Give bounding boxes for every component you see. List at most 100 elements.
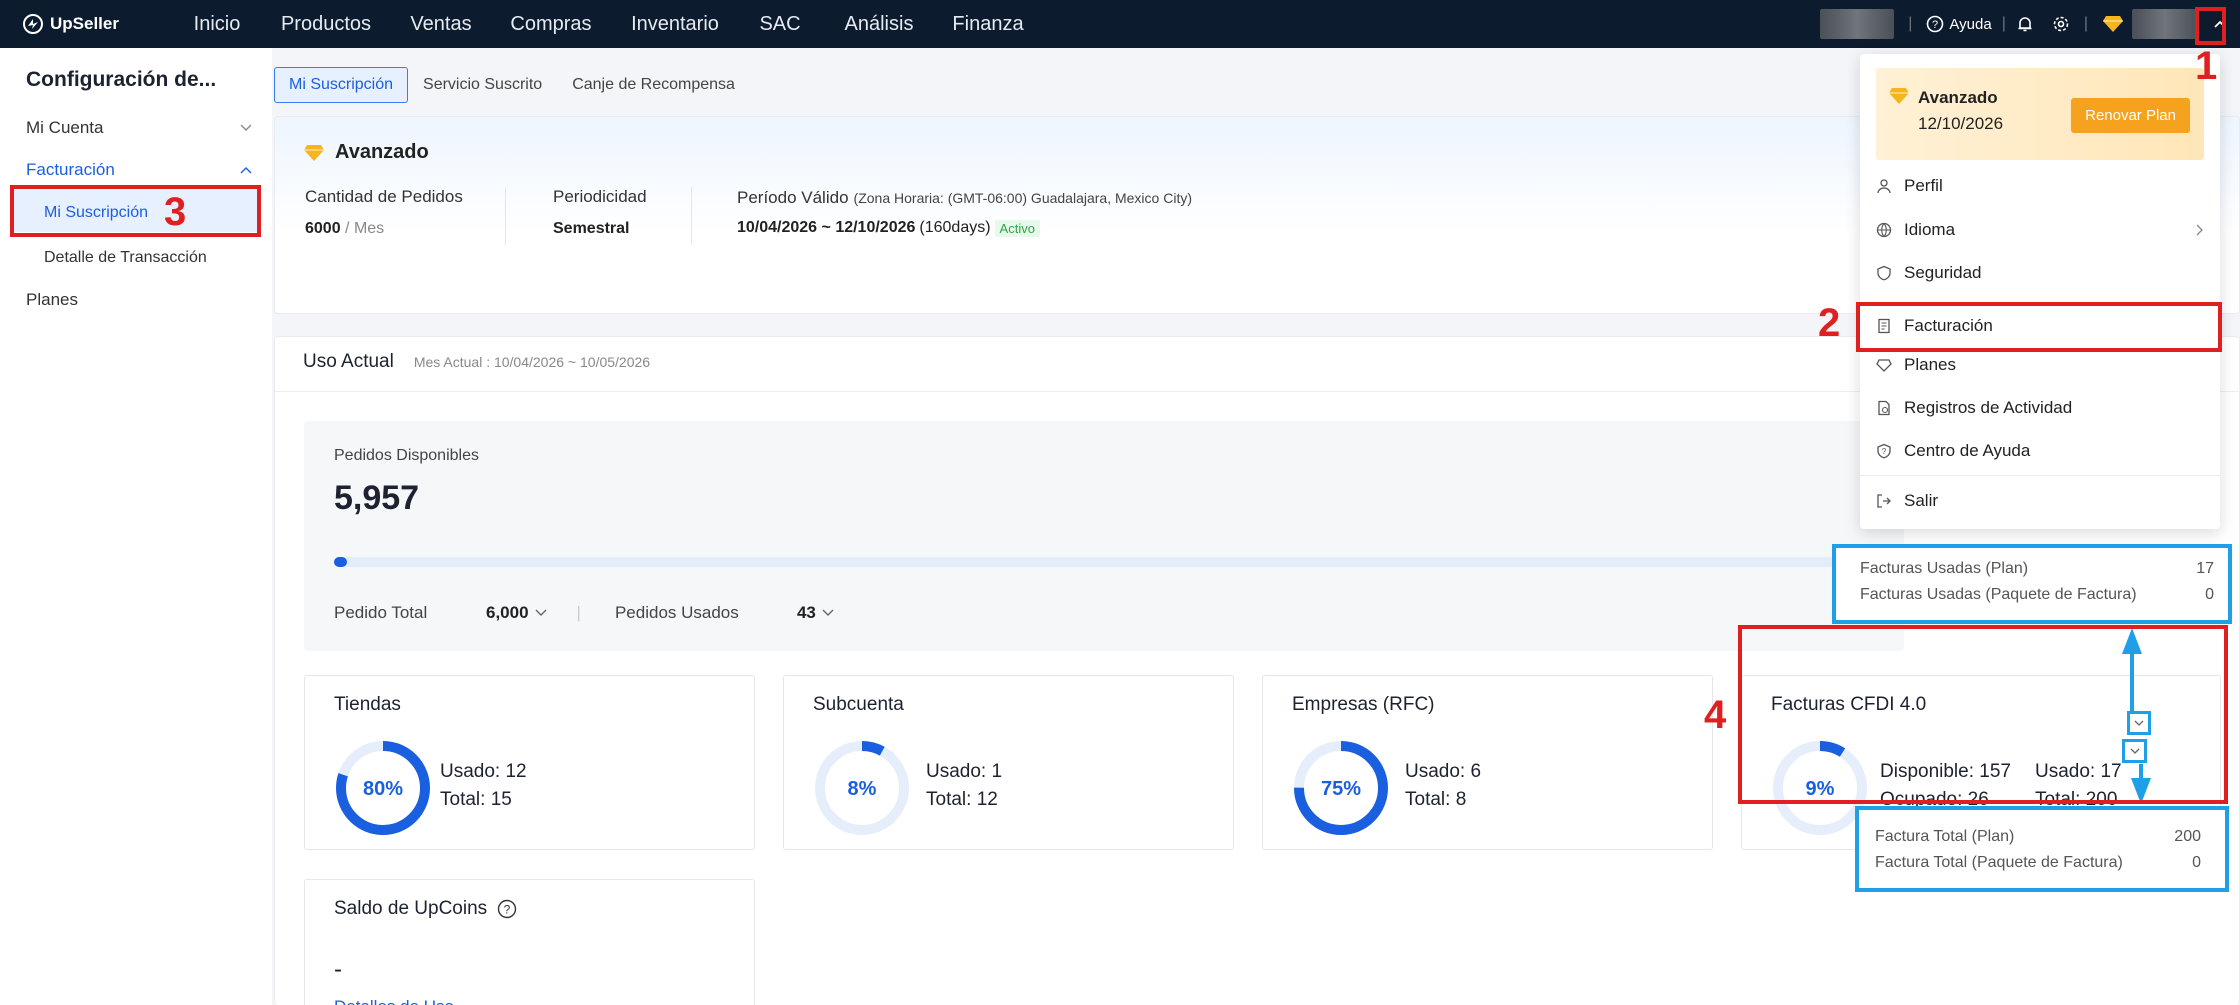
donut-chart: 8% <box>815 741 909 835</box>
used-orders-value[interactable]: 43 <box>797 603 816 623</box>
used-orders-label: Pedidos Usados <box>614 603 739 622</box>
usage-details-link[interactable]: Detalles de Uso <box>334 997 454 1005</box>
sidebar-item-planes[interactable]: Planes <box>26 290 252 310</box>
tooltip-value: 200 <box>2174 828 2201 845</box>
tooltip-factura-total: Factura Total (Plan) 200 Factura Total (P… <box>1855 806 2229 892</box>
sidebar-item-label: Mi Cuenta <box>26 118 104 137</box>
orders-progress-fill <box>334 557 347 567</box>
nav-compras[interactable]: Compras <box>492 13 610 36</box>
sidebar-item-mi-cuenta[interactable]: Mi Cuenta <box>26 118 252 138</box>
diamond-icon <box>1876 359 1892 372</box>
chevron-down-icon <box>822 609 834 616</box>
period-label: Periodicidad <box>553 187 647 206</box>
menu-item-seguridad[interactable]: Seguridad <box>1876 263 2204 283</box>
stat-used: Usado: 6 <box>1405 761 1482 782</box>
tooltip-value: 0 <box>2192 854 2201 871</box>
nav-analisis[interactable]: Análisis <box>820 13 938 36</box>
renew-plan-button[interactable]: Renovar Plan <box>2071 98 2190 133</box>
total-orders-value[interactable]: 6,000 <box>486 603 529 623</box>
menu-item-label: Registros de Actividad <box>1904 398 2073 417</box>
menu-item-perfil[interactable]: Perfil <box>1876 176 2204 196</box>
annotation-number-2: 2 <box>1818 301 1841 345</box>
nav-inventario[interactable]: Inventario <box>610 13 740 36</box>
tab-canje-recompensa[interactable]: Canje de Recompensa <box>557 67 750 103</box>
tooltip-label: Factura Total (Plan) <box>1875 828 2015 845</box>
nav-ventas[interactable]: Ventas <box>390 13 492 36</box>
stat-used: Usado: 1 <box>926 761 1003 782</box>
svg-text:?: ? <box>1882 447 1887 456</box>
chevron-down-icon <box>240 124 252 131</box>
valid-range: 10/04/2026 ~ 12/10/2026 <box>737 219 916 236</box>
orders-label: Cantidad de Pedidos <box>305 187 463 206</box>
period-value: Semestral <box>553 220 630 237</box>
chevron-up-icon <box>240 167 252 174</box>
question-icon[interactable]: ? <box>497 899 517 919</box>
annotation-box-3 <box>10 185 261 237</box>
menu-item-idioma[interactable]: Idioma <box>1876 220 2204 240</box>
menu-item-registros[interactable]: Registros de Actividad <box>1876 398 2204 418</box>
usage-month: Mes Actual : 10/04/2026 ~ 10/05/2026 <box>413 354 651 370</box>
redacted-store <box>1820 9 1895 39</box>
help-icon: ? <box>1927 15 1944 33</box>
bell-icon[interactable] <box>2016 15 2034 33</box>
nav-finanza[interactable]: Finanza <box>938 13 1038 36</box>
stat-empresas: Empresas (RFC) 75% Usado: 6 Total: 8 <box>1262 675 1713 850</box>
tooltip-value: 17 <box>2196 560 2214 577</box>
redacted-username <box>2132 9 2198 39</box>
orders-progress-track <box>334 557 1904 567</box>
nav-sac[interactable]: SAC <box>740 13 820 36</box>
upcoins-card: Saldo de UpCoins ? - Detalles de Uso <box>304 879 755 1005</box>
status-badge: Activo <box>994 219 1040 237</box>
plan-name: Avanzado <box>335 141 429 163</box>
help-button[interactable]: ? Ayuda <box>1926 15 1992 33</box>
annotation-box-2 <box>1856 302 2222 352</box>
nav-productos[interactable]: Productos <box>262 13 390 36</box>
gear-icon[interactable] <box>2052 15 2070 33</box>
menu-plan-name: Avanzado <box>1918 88 1998 107</box>
available-value: 5,957 <box>334 479 420 517</box>
tooltip-label: Factura Total (Paquete de Factura) <box>1875 854 2123 871</box>
tab-mi-suscripcion[interactable]: Mi Suscripción <box>274 67 409 103</box>
stat-used: Usado: 12 <box>440 761 527 782</box>
annotation-number-4: 4 <box>1704 693 1727 737</box>
valid-days: (160days) <box>919 219 991 236</box>
logout-icon <box>1877 494 1891 508</box>
main-nav: Inicio Productos Ventas Compras Inventar… <box>172 13 1038 36</box>
menu-item-planes[interactable]: Planes <box>1876 355 2204 375</box>
menu-item-salir[interactable]: Salir <box>1876 491 2204 511</box>
tab-servicio-suscrito[interactable]: Servicio Suscrito <box>408 67 557 103</box>
annotation-box-4 <box>1738 625 2228 804</box>
sidebar-title: Configuración de... <box>26 68 217 91</box>
shield-icon <box>1877 265 1891 281</box>
sidebar-item-detalle-transaccion[interactable]: Detalle de Transacción <box>44 249 207 267</box>
menu-item-label: Planes <box>1904 355 1956 374</box>
stat-tiendas: Tiendas 80% Usado: 12 Total: 15 <box>304 675 755 850</box>
globe-icon <box>1876 222 1892 238</box>
menu-plan-date: 12/10/2026 <box>1918 114 2004 133</box>
orders-unit: / Mes <box>345 220 385 237</box>
diamond-icon <box>2102 14 2124 34</box>
sidebar-item-facturacion[interactable]: Facturación <box>26 160 252 180</box>
upseller-logo-icon <box>23 14 43 34</box>
timezone: (Zona Horaria: (GMT-06:00) Guadalajara, … <box>853 190 1192 206</box>
nav-inicio[interactable]: Inicio <box>172 13 262 36</box>
annotation-number-3: 3 <box>164 190 187 234</box>
available-label: Pedidos Disponibles <box>334 447 479 464</box>
plan-diamond-icon <box>304 144 324 161</box>
stat-title: Empresas (RFC) <box>1292 694 1435 715</box>
menu-item-label: Centro de Ayuda <box>1904 441 2031 460</box>
stat-subcuenta: Subcuenta 8% Usado: 1 Total: 12 <box>783 675 1234 850</box>
annotation-box-1 <box>2195 7 2226 45</box>
stat-title: Tiendas <box>334 694 401 715</box>
tooltip-label: Facturas Usadas (Plan) <box>1860 560 2029 577</box>
menu-item-centro-ayuda[interactable]: ? Centro de Ayuda <box>1876 441 2204 461</box>
donut-percent: 80% <box>363 778 403 800</box>
app-logo[interactable]: UpSeller <box>22 13 172 35</box>
subscription-tabs: Mi Suscripción Servicio Suscrito Canje d… <box>274 67 750 103</box>
top-bar: UpSeller Inicio Productos Ventas Compras… <box>0 0 2240 48</box>
menu-item-label: Idioma <box>1904 220 1956 239</box>
stat-total: Total: 8 <box>1405 789 1467 810</box>
sidebar-item-label: Facturación <box>26 160 115 179</box>
annotation-number-1: 1 <box>2195 44 2218 88</box>
total-orders-label: Pedido Total <box>334 603 428 622</box>
